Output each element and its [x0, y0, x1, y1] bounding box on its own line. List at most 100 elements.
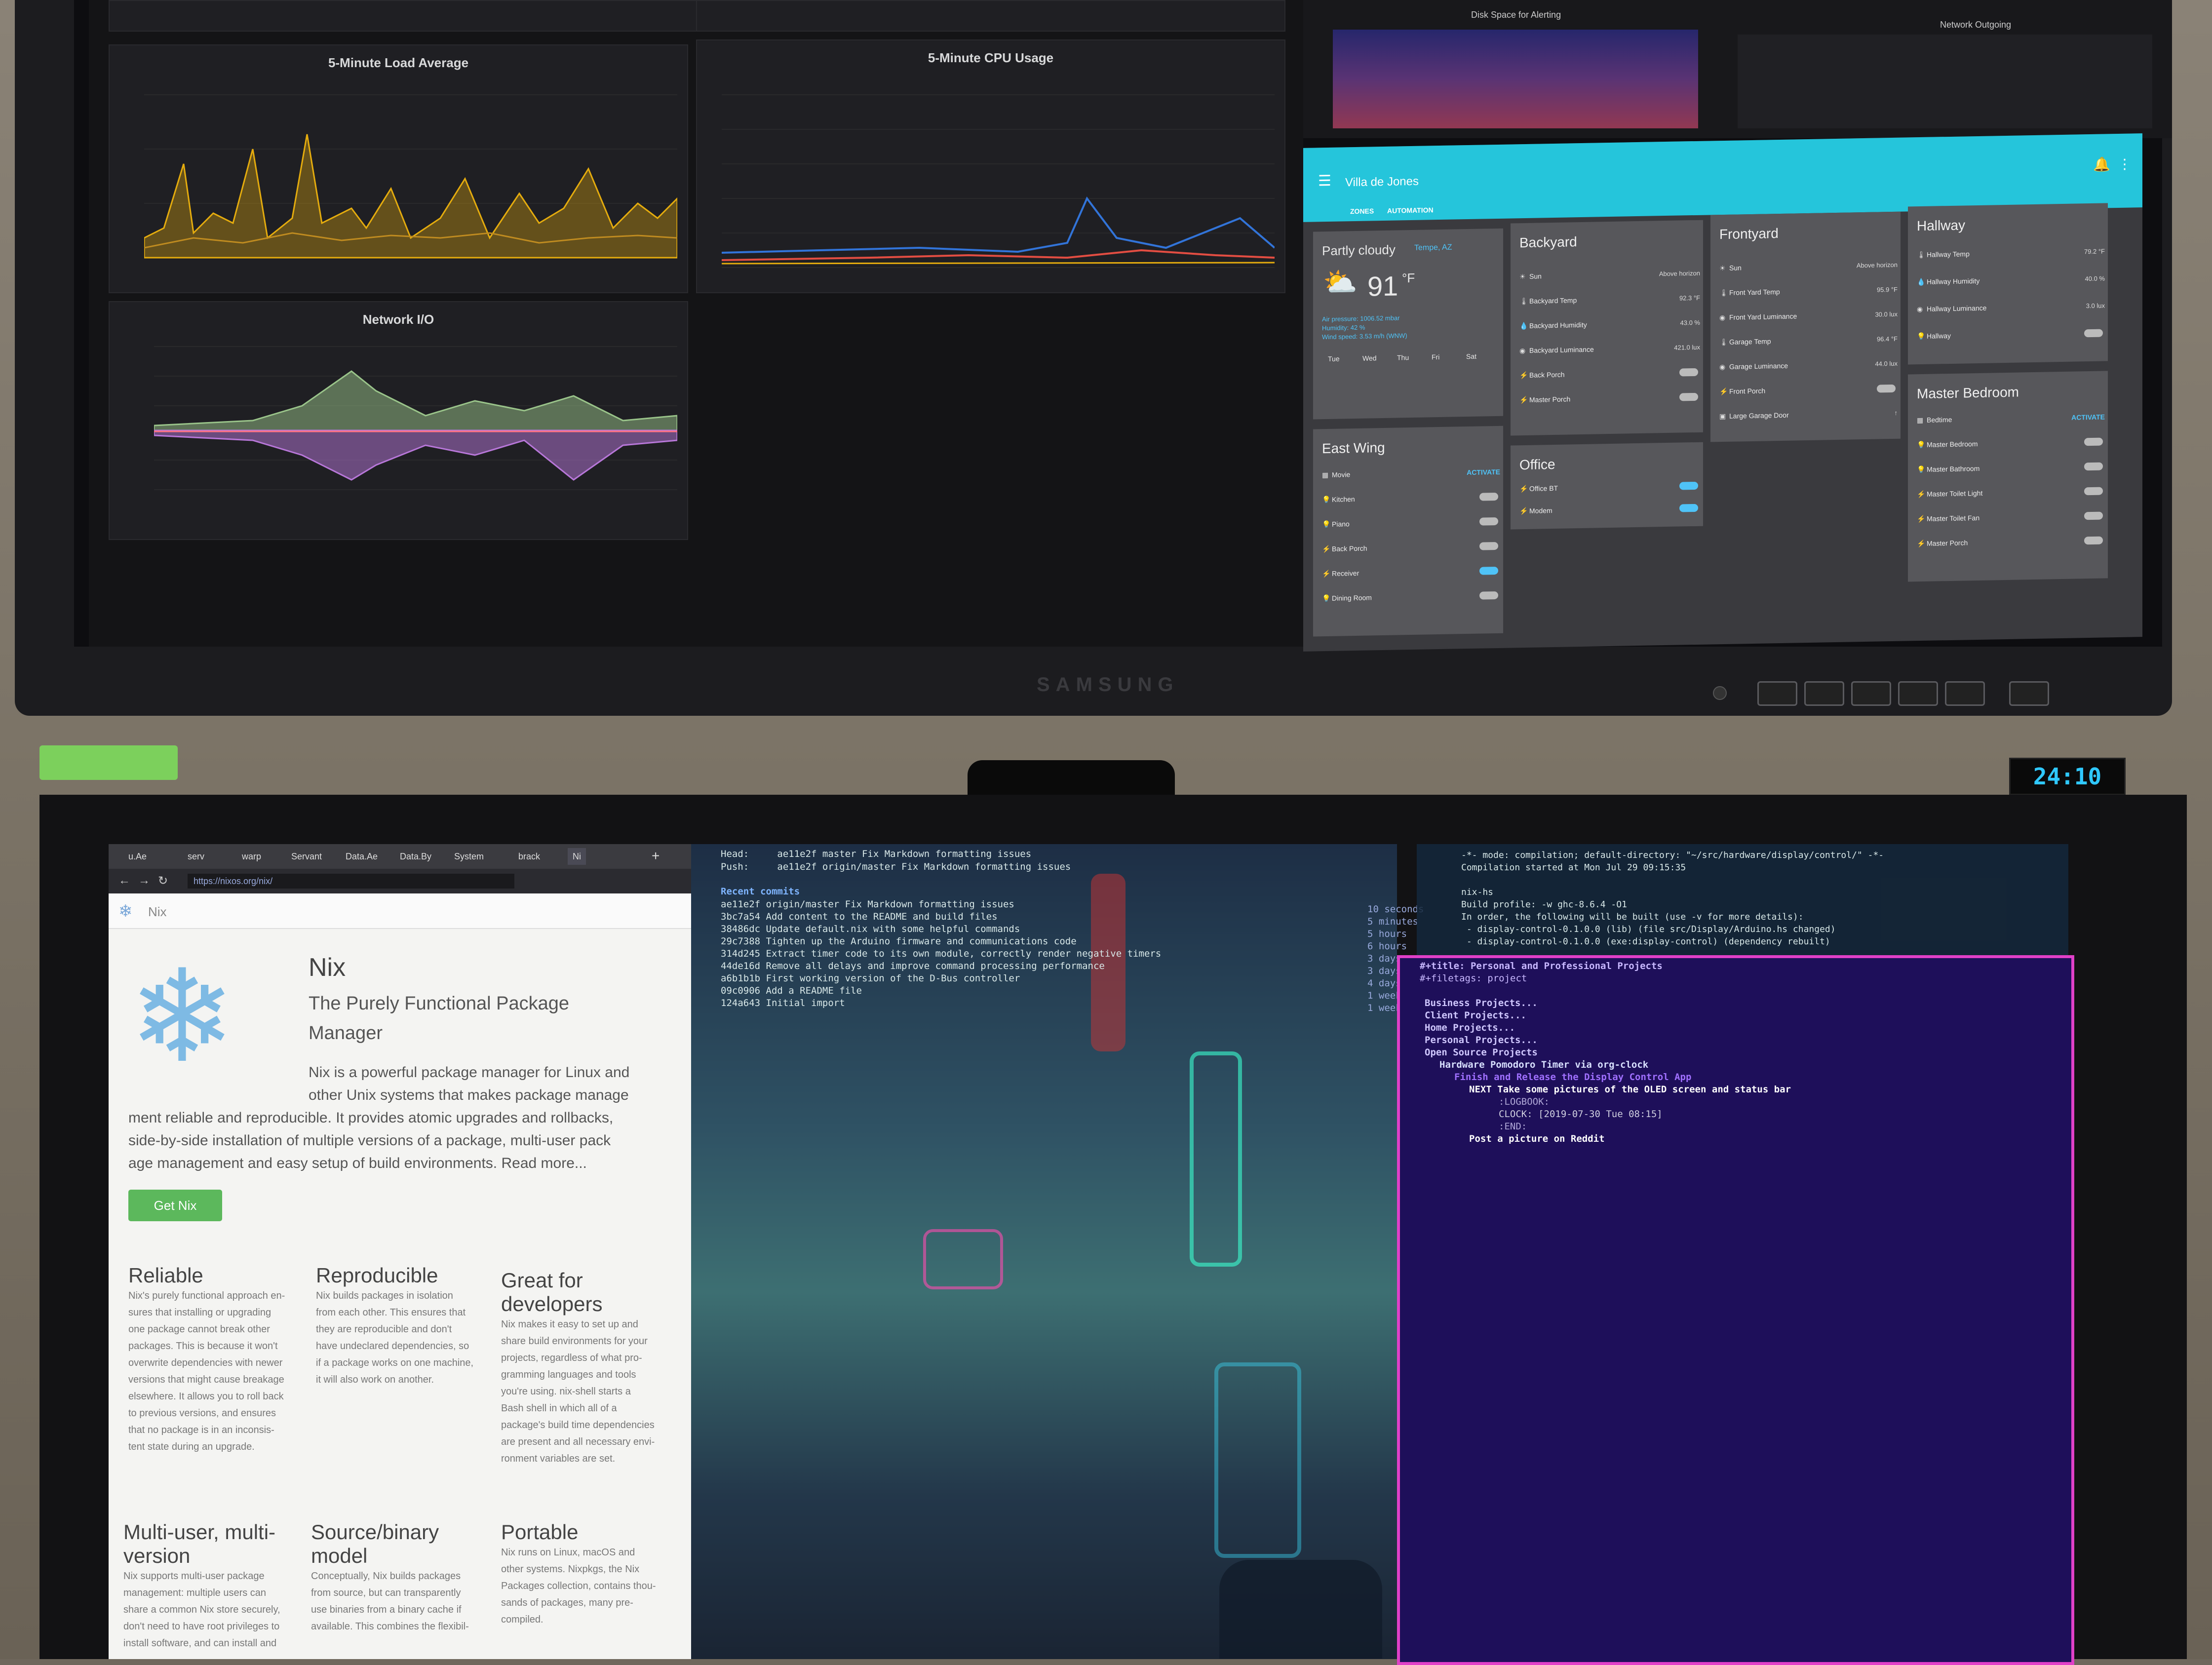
- org-mode-buffer[interactable]: #+title: Personal and Professional Proje…: [1397, 955, 2074, 1665]
- monitor-button[interactable]: [1757, 681, 1797, 706]
- get-nix-button[interactable]: Get Nix: [128, 1190, 222, 1221]
- commit-row[interactable]: 09c0906 Add a README file: [721, 985, 862, 997]
- toggle-switch[interactable]: [1479, 492, 1498, 501]
- switch-row[interactable]: ⚡ Master Porch: [1519, 392, 1712, 404]
- toggle-switch[interactable]: [2084, 329, 2103, 338]
- toggle-switch[interactable]: [1479, 517, 1498, 526]
- switch-row[interactable]: 💡 Dining Room: [1322, 591, 1512, 603]
- browser-tab[interactable]: Data.Ae: [341, 848, 383, 865]
- toggle-switch[interactable]: [1679, 392, 1698, 401]
- commit-row[interactable]: ae11e2f origin/master Fix Markdown forma…: [721, 898, 1014, 911]
- org-heading[interactable]: Open Source Projects: [1425, 1046, 1538, 1059]
- bubble-level: [39, 745, 178, 780]
- toggle-switch[interactable]: [2084, 487, 2103, 496]
- monitor-button[interactable]: [1945, 681, 1985, 706]
- commit-row[interactable]: 3bc7a54 Add content to the README and bu…: [721, 911, 998, 923]
- magit-section-title[interactable]: Recent commits: [721, 886, 800, 898]
- url-input[interactable]: https://nixos.org/nix/: [188, 874, 514, 889]
- east-wing-card[interactable]: East Wing ▦ Movie ACTIVATE 💡 Kitchen 💡 Piano…: [1313, 426, 1503, 637]
- browser-tab[interactable]: System: [449, 848, 489, 865]
- feature-text: use binaries from a binary cache if: [311, 1604, 462, 1615]
- cpu-usage-panel[interactable]: 5-Minute CPU Usage: [696, 39, 1285, 293]
- network-io-panel[interactable]: Network I/O: [109, 301, 688, 540]
- switch-row[interactable]: 💡 Master Bathroom: [1917, 462, 2117, 474]
- monitor-button[interactable]: [2009, 681, 2049, 706]
- toggle-switch[interactable]: [2084, 437, 2103, 446]
- toggle-switch[interactable]: [2084, 536, 2103, 545]
- monitor-button[interactable]: [1898, 681, 1938, 706]
- arrow-up-icon[interactable]: ↑: [1895, 409, 1898, 417]
- commit-row[interactable]: a6b1b1b First working version of the D-B…: [721, 972, 1020, 985]
- switch-row[interactable]: 💡 Hallway: [1917, 329, 2117, 341]
- org-heading[interactable]: Client Projects...: [1425, 1009, 1526, 1022]
- toggle-switch[interactable]: [1877, 384, 1896, 393]
- org-heading[interactable]: Business Projects...: [1425, 997, 1538, 1009]
- switch-row[interactable]: ⚡ Back Porch: [1322, 542, 1512, 553]
- toggle-switch[interactable]: [2084, 511, 2103, 520]
- master-bedroom-card[interactable]: Master Bedroom ▦ Bedtime ACTIVATE 💡 Master …: [1908, 371, 2108, 582]
- switch-row[interactable]: 💡 Piano: [1322, 517, 1512, 529]
- toggle-switch[interactable]: [1679, 368, 1698, 377]
- org-task[interactable]: NEXT Take some pictures of the OLED scre…: [1469, 1084, 1791, 1096]
- load-average-panel[interactable]: 5-Minute Load Average: [109, 44, 688, 293]
- more-icon[interactable]: ⋮: [2118, 156, 2132, 172]
- browser-tab[interactable]: u.Ae: [123, 848, 152, 865]
- monitor-button[interactable]: [1804, 681, 1844, 706]
- switch-row[interactable]: ⚡ Receiver: [1322, 566, 1512, 578]
- office-card[interactable]: Office ⚡ Office BT ⚡ Modem: [1511, 442, 1703, 530]
- switch-row[interactable]: ⚡ Office BT: [1519, 481, 1712, 493]
- org-heading[interactable]: Home Projects...: [1425, 1022, 1515, 1034]
- grafana-strip-right: [696, 0, 1285, 32]
- org-task[interactable]: Post a picture on Reddit: [1469, 1133, 1605, 1145]
- toggle-switch[interactable]: [1679, 503, 1698, 512]
- toggle-switch[interactable]: [1679, 481, 1698, 490]
- org-heading[interactable]: Personal Projects...: [1425, 1034, 1538, 1046]
- menu-icon[interactable]: ☰: [1318, 172, 1331, 190]
- browser-tab[interactable]: warp: [237, 848, 266, 865]
- switch-row[interactable]: ⚡ Back Porch: [1519, 368, 1712, 380]
- bell-icon[interactable]: 🔔: [2093, 156, 2110, 173]
- tab-automation[interactable]: AUTOMATION: [1387, 206, 1434, 215]
- switch-row[interactable]: 💡 Master Bedroom: [1917, 437, 2117, 449]
- browser-tab[interactable]: brack: [513, 848, 545, 865]
- activate-button[interactable]: ACTIVATE: [1467, 468, 1500, 476]
- commit-row[interactable]: 44de16d Remove all delays and improve co…: [721, 960, 1105, 972]
- frontyard-card[interactable]: Frontyard ☀ Sun Above horizon 🌡 Front Yard …: [1710, 211, 1901, 442]
- scene-row[interactable]: ▦ Movie ACTIVATE: [1322, 467, 1512, 479]
- hallway-card[interactable]: Hallway 🌡 Hallway Temp 79.2 °F 💧 Hallway Hu…: [1908, 203, 2108, 365]
- toggle-switch[interactable]: [1479, 591, 1498, 600]
- feature-text: you're using. nix-shell starts a: [501, 1386, 631, 1397]
- cover-row[interactable]: ▣ Large Garage Door ↑: [1719, 409, 1909, 421]
- toggle-switch[interactable]: [1479, 566, 1498, 575]
- browser-tab[interactable]: serv: [183, 848, 209, 865]
- scene-row[interactable]: ▦ Bedtime ACTIVATE: [1917, 413, 2117, 425]
- switch-row[interactable]: ⚡ Master Toilet Fan: [1917, 511, 2117, 523]
- browser-tab[interactable]: Data.By: [395, 848, 436, 865]
- commit-row[interactable]: 314d245 Extract timer code to its own mo…: [721, 948, 1161, 960]
- tab-zones[interactable]: ZONES: [1350, 207, 1374, 215]
- back-icon[interactable]: ←: [118, 874, 130, 888]
- switch-row[interactable]: ⚡ Modem: [1519, 503, 1712, 515]
- switch-row[interactable]: ⚡ Front Porch: [1719, 384, 1909, 396]
- monitor-button[interactable]: [1851, 681, 1891, 706]
- switch-row[interactable]: ⚡ Master Toilet Light: [1917, 487, 2117, 499]
- switch-row[interactable]: ⚡ Master Porch: [1917, 536, 2117, 548]
- new-tab-icon[interactable]: +: [652, 848, 660, 864]
- reload-icon[interactable]: ↻: [158, 874, 168, 888]
- humidity-icon: 💧: [1519, 321, 1528, 330]
- org-subheading[interactable]: Hardware Pomodoro Timer via org-clock: [1439, 1059, 1648, 1071]
- browser-tab-active[interactable]: Ni: [568, 848, 586, 865]
- site-label[interactable]: Nix: [148, 904, 167, 920]
- backyard-card[interactable]: Backyard ☀ Sun Above horizon 🌡 Backyard Tem…: [1511, 220, 1703, 436]
- activate-button[interactable]: ACTIVATE: [2071, 413, 2105, 421]
- weather-card[interactable]: Partly cloudy Tempe, AZ ⛅ 91 °F Air pres…: [1313, 228, 1503, 420]
- toggle-switch[interactable]: [2084, 462, 2103, 471]
- browser-tab[interactable]: Servant: [286, 848, 327, 865]
- forward-icon[interactable]: →: [138, 874, 150, 888]
- toggle-switch[interactable]: [1479, 542, 1498, 550]
- org-subheading[interactable]: Finish and Release the Display Control A…: [1454, 1071, 1691, 1084]
- commit-row[interactable]: 38486dc Update default.nix with some hel…: [721, 923, 1020, 935]
- switch-row[interactable]: 💡 Kitchen: [1322, 492, 1512, 504]
- commit-row[interactable]: 29c7388 Tighten up the Arduino firmware …: [721, 935, 1077, 948]
- commit-row[interactable]: 124a643 Initial import: [721, 997, 845, 1009]
